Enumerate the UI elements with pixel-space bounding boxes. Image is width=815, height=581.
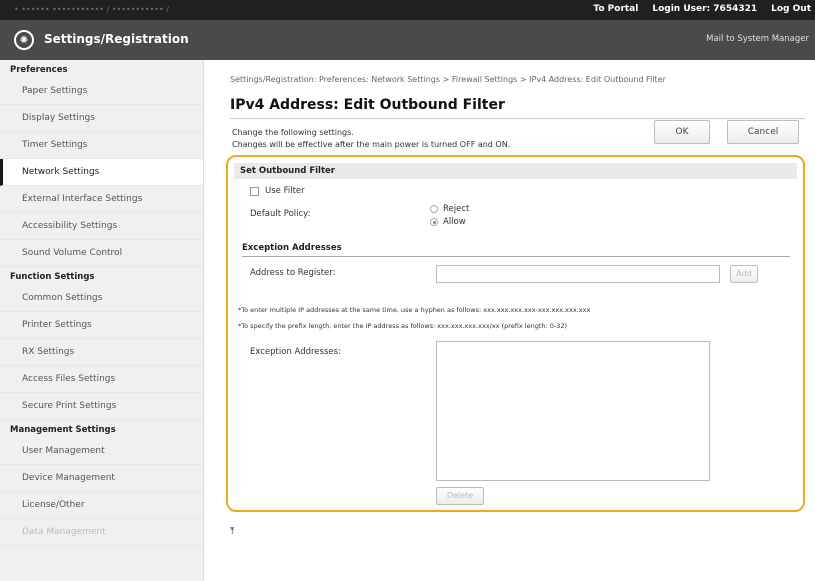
app-title: Settings/Registration xyxy=(44,32,189,46)
sidebar-item-printer-settings[interactable]: Printer Settings xyxy=(0,312,203,339)
use-filter-label: Use Filter xyxy=(265,186,305,196)
address-to-register-input[interactable] xyxy=(436,265,720,283)
to-portal-link[interactable]: To Portal xyxy=(593,4,638,14)
use-filter-checkbox[interactable] xyxy=(250,186,259,196)
top-bar: • •••••• ••••••••••• / ••••••••••• / To … xyxy=(0,0,815,20)
add-button[interactable]: Add xyxy=(730,265,758,283)
scroll-to-top-icon[interactable]: ⤒ xyxy=(230,526,234,537)
exception-addresses-list-label: Exception Addresses: xyxy=(250,347,341,357)
section-title: Set Outbound Filter xyxy=(234,163,797,179)
policy-reject-option[interactable]: Reject xyxy=(430,204,469,214)
sidebar-item-user-management[interactable]: User Management xyxy=(0,438,203,465)
policy-allow-option[interactable]: Allow xyxy=(430,217,466,227)
multiple-ip-hint: *To enter multiple IP addresses at the s… xyxy=(238,306,591,314)
outbound-filter-settings-panel: Set Outbound Filter Use Filter Default P… xyxy=(226,155,805,512)
reject-label: Reject xyxy=(443,204,470,214)
sidebar-item-accessibility-settings[interactable]: Accessibility Settings xyxy=(0,213,203,240)
title-divider xyxy=(230,118,805,119)
sidebar-item-secure-print-settings[interactable]: Secure Print Settings xyxy=(0,393,203,420)
sidebar-item-license-other[interactable]: License/Other xyxy=(0,492,203,519)
sidebar-group-function-settings: Function Settings xyxy=(10,272,95,282)
exception-addresses-heading: Exception Addresses xyxy=(242,243,790,257)
sidebar-group-preferences: Preferences xyxy=(10,65,68,75)
exception-addresses-list[interactable] xyxy=(436,341,710,481)
instruction-text: Change the following settings. xyxy=(232,128,354,137)
sidebar-item-device-management[interactable]: Device Management xyxy=(0,465,203,492)
sidebar-item-timer-settings[interactable]: Timer Settings xyxy=(0,132,203,159)
prefix-length-hint: *To specify the prefix length, enter the… xyxy=(238,322,568,330)
page-title: IPv4 Address: Edit Outbound Filter xyxy=(230,97,505,113)
sidebar-item-external-interface-settings[interactable]: External Interface Settings xyxy=(0,186,203,213)
app-header: ✺ Settings/Registration Mail to System M… xyxy=(0,20,815,60)
login-user-id: 7654321 xyxy=(713,4,758,14)
settings-logo-icon: ✺ xyxy=(14,30,34,50)
sidebar: Preferences Paper Settings Display Setti… xyxy=(0,60,204,581)
default-policy-label: Default Policy: xyxy=(250,209,311,219)
delete-button[interactable]: Delete xyxy=(436,487,484,505)
sidebar-item-display-settings[interactable]: Display Settings xyxy=(0,105,203,132)
sidebar-item-common-settings[interactable]: Common Settings xyxy=(0,285,203,312)
use-filter-row: Use Filter xyxy=(250,186,305,196)
breadcrumb: Settings/Registration: Preferences: Netw… xyxy=(230,75,666,84)
sidebar-item-sound-volume-control[interactable]: Sound Volume Control xyxy=(0,240,203,267)
reject-radio[interactable] xyxy=(430,205,438,213)
mail-to-system-manager-link[interactable]: Mail to System Manager xyxy=(706,34,809,44)
sidebar-item-data-management[interactable]: Data Management xyxy=(0,519,203,546)
ok-button[interactable]: OK xyxy=(654,120,710,144)
sidebar-item-paper-settings[interactable]: Paper Settings xyxy=(0,78,203,105)
cancel-button[interactable]: Cancel xyxy=(727,120,799,144)
top-bar-links: To Portal Login User: 7654321 Log Out xyxy=(593,4,811,14)
allow-label: Allow xyxy=(443,217,466,227)
sidebar-group-management-settings: Management Settings xyxy=(10,425,116,435)
sidebar-item-network-settings[interactable]: Network Settings xyxy=(0,159,203,186)
allow-radio[interactable] xyxy=(430,218,438,226)
sidebar-item-rx-settings[interactable]: RX Settings xyxy=(0,339,203,366)
restart-note-text: Changes will be effective after the main… xyxy=(232,140,511,149)
sidebar-item-access-files-settings[interactable]: Access Files Settings xyxy=(0,366,203,393)
address-to-register-label: Address to Register: xyxy=(250,268,336,278)
login-user-label: Login User: xyxy=(652,4,711,14)
login-user-info: Login User: 7654321 xyxy=(652,4,757,14)
logout-link[interactable]: Log Out xyxy=(771,4,811,14)
url-text: • •••••• ••••••••••• / ••••••••••• / xyxy=(14,5,169,14)
